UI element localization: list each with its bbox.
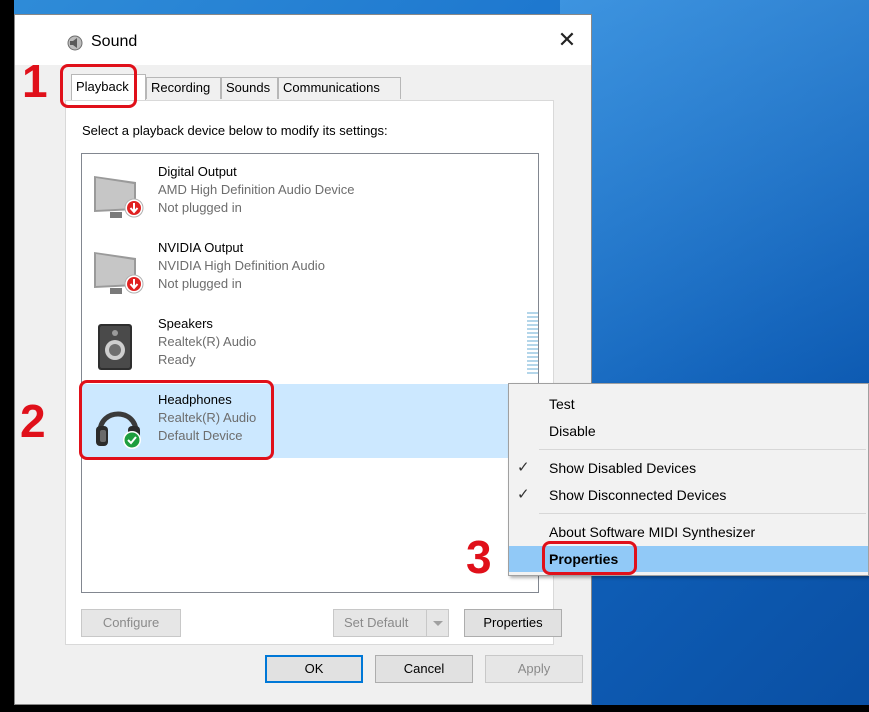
menu-item-label: Show Disconnected Devices <box>549 487 727 503</box>
annotation-box-properties-menu <box>542 541 637 575</box>
annotation-box-playback-tab <box>60 64 137 108</box>
monitor-speaker-icon <box>94 252 144 294</box>
device-list[interactable]: Digital Output AMD High Definition Audio… <box>81 153 539 593</box>
annotation-number: 3 <box>466 531 492 583</box>
configure-button[interactable]: Configure <box>81 609 181 637</box>
checkmark-icon: ✓ <box>517 459 530 476</box>
menu-item-label: Show Disabled Devices <box>549 460 697 476</box>
device-item[interactable]: NVIDIA Output NVIDIA High Definition Aud… <box>82 232 538 306</box>
dialog-title: Sound <box>91 33 138 50</box>
device-item[interactable]: Speakers Realtek(R) Audio Ready <box>82 308 538 382</box>
menu-item-disable[interactable]: Disable <box>509 418 868 444</box>
screen-edge <box>0 705 869 712</box>
device-description: AMD High Definition Audio Device <box>158 182 355 197</box>
device-name: Speakers <box>158 316 213 331</box>
properties-button[interactable]: Properties <box>464 609 562 637</box>
menu-item-label: Test <box>549 396 575 412</box>
device-description: Realtek(R) Audio <box>158 334 257 349</box>
checkmark-icon: ✓ <box>517 486 530 503</box>
menu-separator <box>539 513 866 514</box>
screen-edge <box>0 0 14 712</box>
chevron-down-icon[interactable] <box>426 610 449 636</box>
menu-separator <box>539 449 866 450</box>
title-bar: Sound ✕ <box>15 15 591 65</box>
device-status: Not plugged in <box>158 276 242 291</box>
monitor-speaker-icon <box>94 176 144 218</box>
speaker-title-icon <box>67 35 83 51</box>
annotation-number: 2 <box>20 395 46 447</box>
speaker-icon <box>98 324 132 370</box>
menu-item-test[interactable]: Test <box>509 391 868 417</box>
set-default-button[interactable]: Set Default <box>333 609 449 637</box>
device-name: NVIDIA Output <box>158 240 244 255</box>
apply-button[interactable]: Apply <box>485 655 583 683</box>
menu-item-label: Disable <box>549 423 596 439</box>
instruction-text: Select a playback device below to modify… <box>82 123 388 138</box>
annotation-box-headphones <box>79 380 274 460</box>
device-status: Not plugged in <box>158 200 242 215</box>
device-description: NVIDIA High Definition Audio <box>158 258 325 273</box>
annotation-number: 1 <box>22 55 48 107</box>
volume-level-meter <box>527 312 538 374</box>
sound-dialog: Sound ✕ Playback Recording Sounds Commun… <box>14 14 592 705</box>
device-item[interactable]: Digital Output AMD High Definition Audio… <box>82 156 538 230</box>
device-name: Digital Output <box>158 164 237 179</box>
menu-item-show-disabled[interactable]: ✓ Show Disabled Devices <box>509 455 868 481</box>
tab-communications[interactable]: Communications <box>278 77 401 99</box>
set-default-label: Set Default <box>344 615 409 630</box>
tab-recording[interactable]: Recording <box>146 77 221 99</box>
cancel-button[interactable]: Cancel <box>375 655 473 683</box>
close-button[interactable]: ✕ <box>555 29 579 53</box>
tab-sounds[interactable]: Sounds <box>221 77 278 99</box>
device-status: Ready <box>158 352 196 367</box>
ok-button[interactable]: OK <box>265 655 363 683</box>
menu-item-show-disconnected[interactable]: ✓ Show Disconnected Devices <box>509 482 868 508</box>
